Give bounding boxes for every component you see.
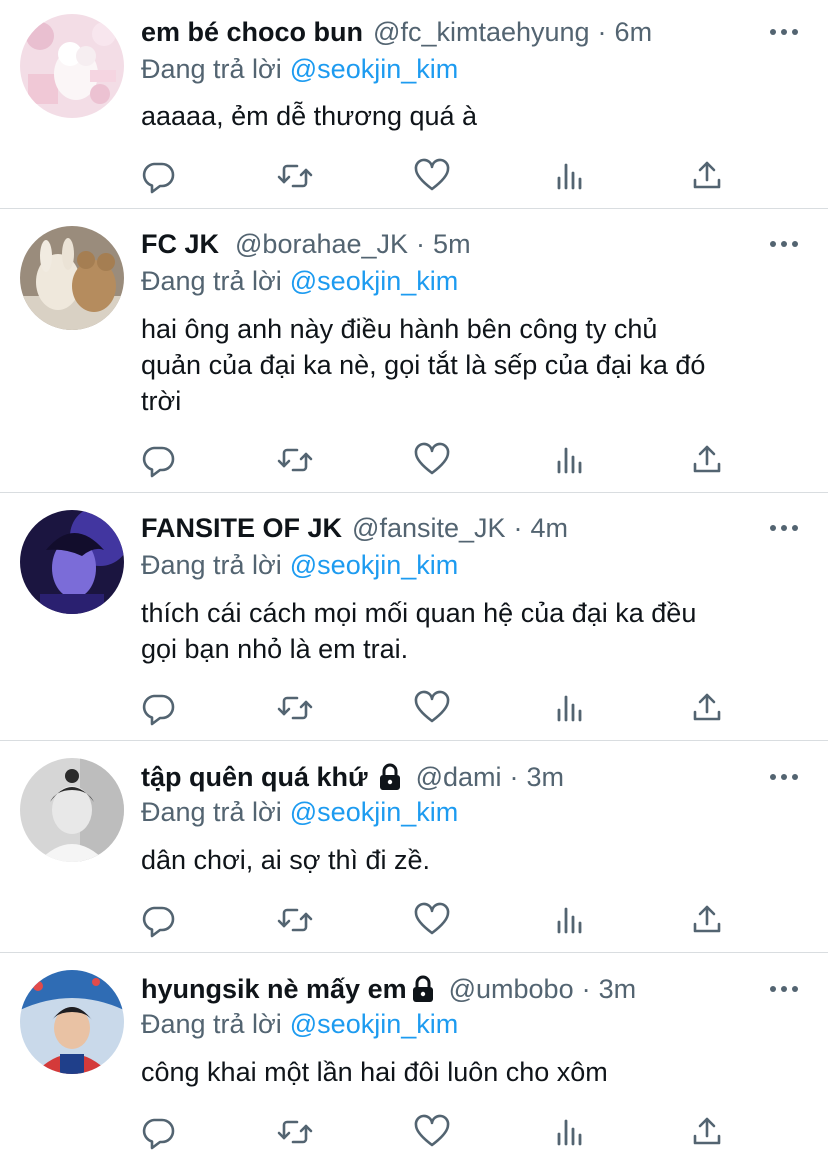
avatar[interactable] [20, 14, 124, 118]
tweet-text: dân chơi, ai sợ thì đi zề. [141, 842, 788, 878]
tweet-text-line: thích cái cách mọi mối quan hệ của đại k… [141, 598, 697, 628]
reply-icon[interactable] [138, 156, 178, 196]
replying-to: Đang trả lời @seokjin_kim [141, 793, 458, 831]
display-name[interactable]: FANSITE OF JK [141, 509, 342, 547]
tweet-text: thích cái cách mọi mối quan hệ của đại k… [141, 595, 788, 667]
tweet[interactable]: hyungsik nè mấy em @umbobo · 3m Đang trả… [0, 953, 828, 1162]
user-handle[interactable]: @fansite_JK [352, 509, 505, 547]
heart-icon[interactable] [412, 1112, 452, 1152]
retweet-icon[interactable] [275, 440, 315, 480]
avatar[interactable] [20, 758, 124, 862]
retweet-icon[interactable] [275, 688, 315, 728]
tweet-text-line: trời [141, 386, 182, 416]
reply-icon[interactable] [138, 900, 178, 940]
tweet-actions [0, 688, 828, 728]
timestamp[interactable]: 3m [599, 970, 637, 1008]
replying-to: Đang trả lời @seokjin_kim [141, 546, 458, 584]
share-icon[interactable] [687, 1112, 727, 1152]
mention-link[interactable]: @seokjin_kim [290, 797, 458, 827]
analytics-icon[interactable] [550, 900, 590, 940]
lock-icon [411, 975, 435, 1003]
replying-to-label: Đang trả lời [141, 54, 282, 84]
share-icon[interactable] [687, 440, 727, 480]
tweet-actions [0, 900, 828, 940]
heart-icon[interactable] [412, 440, 452, 480]
tweet-text: công khai một lần hai đôi luôn cho xôm [141, 1054, 788, 1090]
share-icon[interactable] [687, 900, 727, 940]
tweet-text: hai ông anh này điều hành bên công ty ch… [141, 311, 788, 419]
tweet-actions [0, 156, 828, 196]
mention-link[interactable]: @seokjin_kim [290, 54, 458, 84]
timestamp[interactable]: 4m [531, 509, 569, 547]
reply-feed: em bé choco bun @fc_kimtaehyung · 6m Đan… [0, 0, 828, 1162]
tweet-text-line: quản của đại ka nè, gọi tắt là sếp của đ… [141, 350, 706, 380]
display-name[interactable]: tập quên quá khứ [141, 758, 368, 796]
tweet-actions [0, 440, 828, 480]
heart-icon[interactable] [412, 688, 452, 728]
separator-dot: · [513, 513, 523, 543]
replying-to-label: Đang trả lời [141, 797, 282, 827]
tweet-text-line: công khai một lần hai đôi luôn cho xôm [141, 1057, 608, 1087]
analytics-icon[interactable] [550, 1112, 590, 1152]
retweet-icon[interactable] [275, 900, 315, 940]
mention-link[interactable]: @seokjin_kim [290, 1009, 458, 1039]
display-name[interactable]: hyungsik nè mấy em [141, 970, 407, 1008]
replying-to-label: Đang trả lời [141, 1009, 282, 1039]
more-icon[interactable] [770, 523, 798, 533]
more-icon[interactable] [770, 27, 798, 37]
more-icon[interactable] [770, 984, 798, 994]
tweet-actions [0, 1112, 828, 1152]
separator-dot: · [509, 762, 519, 792]
tweet-text-line: dân chơi, ai sợ thì đi zề. [141, 845, 431, 875]
analytics-icon[interactable] [550, 156, 590, 196]
more-icon[interactable] [770, 772, 798, 782]
tweet[interactable]: tập quên quá khứ @dami · 3m Đang trả lời… [0, 741, 828, 952]
share-icon[interactable] [687, 156, 727, 196]
tweet[interactable]: em bé choco bun @fc_kimtaehyung · 6m Đan… [0, 0, 828, 208]
user-handle[interactable]: @borahae_JK [235, 225, 408, 263]
more-icon[interactable] [770, 239, 798, 249]
retweet-icon[interactable] [275, 156, 315, 196]
tweet-text-line: gọi bạn nhỏ là em trai. [141, 634, 409, 664]
timestamp[interactable]: 3m [527, 758, 565, 796]
timestamp[interactable]: 5m [433, 225, 471, 263]
heart-icon[interactable] [412, 156, 452, 196]
separator-dot: · [416, 229, 426, 259]
mention-link[interactable]: @seokjin_kim [290, 550, 458, 580]
user-handle[interactable]: @fc_kimtaehyung [373, 13, 590, 51]
reply-icon[interactable] [138, 440, 178, 480]
reply-icon[interactable] [138, 1112, 178, 1152]
heart-icon[interactable] [412, 900, 452, 940]
timestamp[interactable]: 6m [615, 13, 653, 51]
tweet-text-line: hai ông anh này điều hành bên công ty ch… [141, 314, 658, 344]
user-handle[interactable]: @dami [416, 758, 502, 796]
tweet-text: aaaaa, ẻm dễ thương quá à [141, 98, 788, 134]
mention-link[interactable]: @seokjin_kim [290, 266, 458, 296]
tweet[interactable]: FANSITE OF JK @fansite_JK · 4m Đang trả … [0, 493, 828, 740]
avatar[interactable] [20, 510, 124, 614]
replying-to-label: Đang trả lời [141, 266, 282, 296]
tweet-text-line: aaaaa, ẻm dễ thương quá à [141, 101, 478, 131]
display-name[interactable]: FC JK [141, 225, 219, 263]
replying-to: Đang trả lời @seokjin_kim [141, 262, 458, 300]
user-handle[interactable]: @umbobo [449, 970, 574, 1008]
avatar[interactable] [20, 970, 124, 1074]
replying-to: Đang trả lời @seokjin_kim [141, 50, 458, 88]
replying-to: Đang trả lời @seokjin_kim [141, 1005, 458, 1043]
analytics-icon[interactable] [550, 688, 590, 728]
replying-to-label: Đang trả lời [141, 550, 282, 580]
lock-icon [378, 763, 402, 791]
reply-icon[interactable] [138, 688, 178, 728]
separator-dot: · [597, 17, 607, 47]
analytics-icon[interactable] [550, 440, 590, 480]
share-icon[interactable] [687, 688, 727, 728]
retweet-icon[interactable] [275, 1112, 315, 1152]
avatar[interactable] [20, 226, 124, 330]
tweet[interactable]: FC JK @borahae_JK · 5m Đang trả lời @seok… [0, 209, 828, 492]
display-name[interactable]: em bé choco bun [141, 13, 363, 51]
separator-dot: · [581, 974, 591, 1004]
